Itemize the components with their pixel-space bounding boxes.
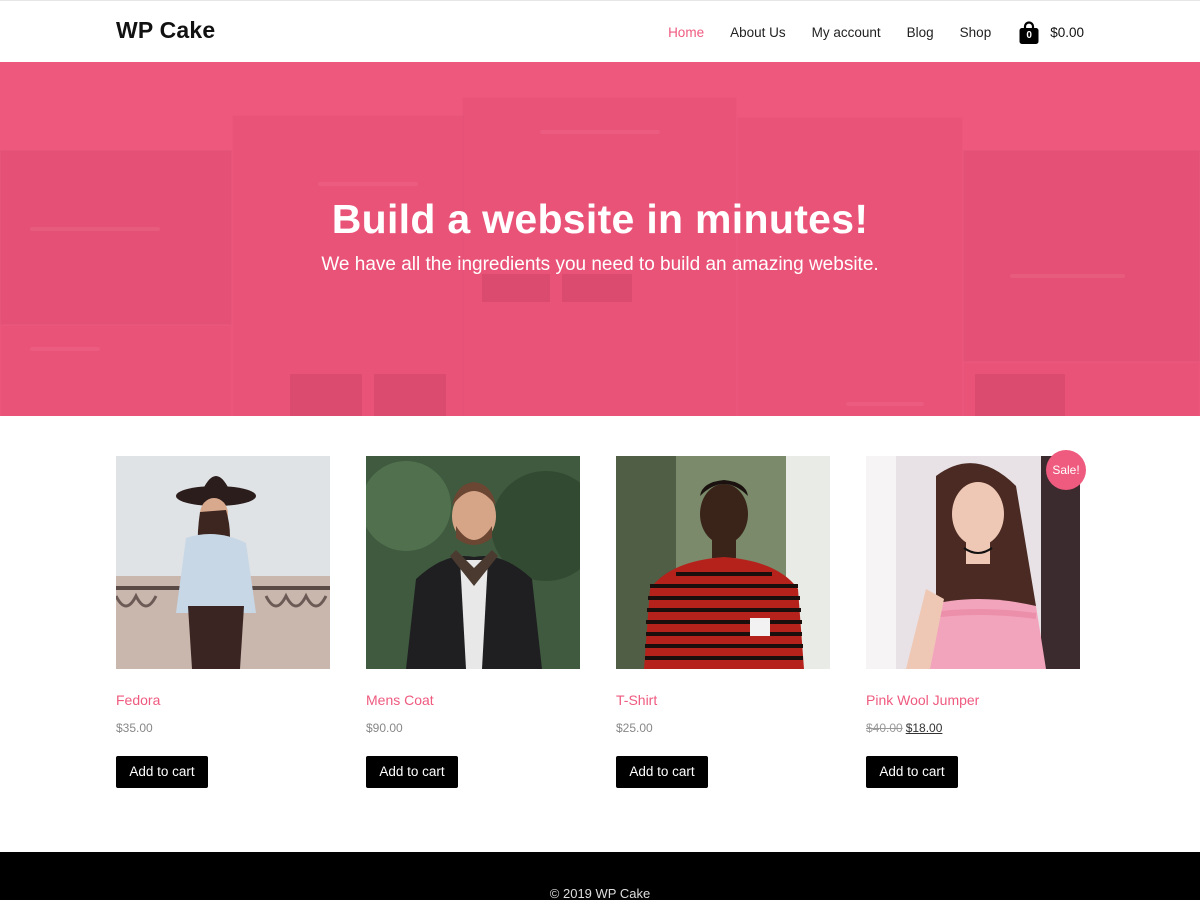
product-name[interactable]: Pink Wool Jumper — [866, 692, 979, 708]
shopping-bag-icon[interactable]: 0 — [1018, 21, 1040, 45]
product-price: $35.00 — [116, 721, 153, 735]
main-nav: Home About Us My account Blog Shop 0 $0.… — [642, 19, 1084, 47]
sale-badge: Sale! — [1046, 450, 1086, 490]
hero-subtitle: We have all the ingredients you need to … — [321, 254, 879, 275]
hero-banner: Build a website in minutes! We have all … — [0, 62, 1200, 416]
add-to-cart-button[interactable]: Add to cart — [616, 756, 708, 788]
product-image-t-shirt[interactable] — [616, 456, 830, 669]
product-card: Fedora $35.00 Add to cart — [116, 456, 330, 788]
nav-home[interactable]: Home — [668, 19, 704, 47]
nav-about-us[interactable]: About Us — [730, 19, 786, 47]
old-price: $40.00 — [866, 721, 903, 735]
cart-count: 0 — [1026, 30, 1032, 41]
product-image-mens-coat[interactable] — [366, 456, 580, 669]
product-card: Mens Coat $90.00 Add to cart — [366, 456, 580, 788]
cart-total[interactable]: $0.00 — [1050, 19, 1084, 47]
sale-price: $18.00 — [905, 721, 943, 735]
nav-my-account[interactable]: My account — [812, 19, 881, 47]
footer-copyright: © 2019 WP Cake — [549, 886, 651, 900]
add-to-cart-button[interactable]: Add to cart — [366, 756, 458, 788]
product-grid: Fedora $35.00 Add to cart Mens Coat $90.… — [116, 450, 1086, 796]
product-name[interactable]: Mens Coat — [366, 692, 434, 708]
nav-shop[interactable]: Shop — [960, 19, 992, 47]
product-image-pink-wool-jumper[interactable] — [866, 456, 1080, 669]
site-footer: © 2019 WP Cake — [0, 852, 1200, 900]
product-price: $40.00 $18.00 — [866, 721, 942, 735]
nav-blog[interactable]: Blog — [907, 19, 934, 47]
product-price: $90.00 — [366, 721, 403, 735]
header-cart[interactable]: 0 $0.00 — [1018, 19, 1084, 47]
product-card: Sale! Pink Wool Jumper $40.00 $18.00 Add … — [866, 450, 1086, 788]
product-name[interactable]: T-Shirt — [616, 692, 657, 708]
hero-title: Build a website in minutes! — [331, 196, 869, 242]
product-price: $25.00 — [616, 721, 653, 735]
product-name[interactable]: Fedora — [116, 692, 160, 708]
add-to-cart-button[interactable]: Add to cart — [866, 756, 958, 788]
product-image-fedora[interactable] — [116, 456, 330, 669]
product-card: T-Shirt $25.00 Add to cart — [616, 456, 830, 788]
add-to-cart-button[interactable]: Add to cart — [116, 756, 208, 788]
site-logo[interactable]: WP Cake — [116, 17, 215, 44]
site-header: WP Cake Home About Us My account Blog Sh… — [0, 0, 1200, 62]
